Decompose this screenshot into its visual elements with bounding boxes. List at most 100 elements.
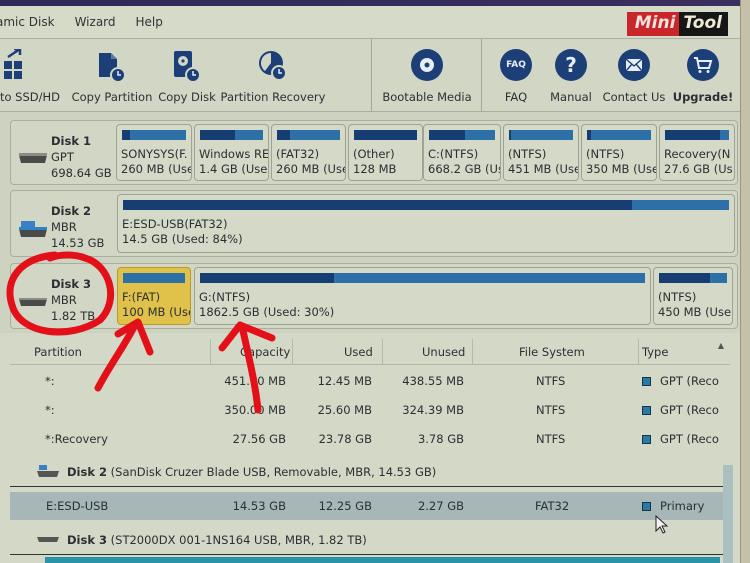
cell-used: 12.25 GB [318,499,372,513]
bootable-media-button[interactable]: Bootable Media [376,39,478,111]
cell-used: 25.60 MB [317,403,372,417]
partition-block[interactable]: Windows RE 1.4 GB (Use [194,124,269,181]
usage-bar-used [354,130,417,140]
contact-us-button[interactable]: Contact Us [602,39,666,111]
cell-file-system: NTFS [536,432,566,446]
partition-label: C:(NTFS) [428,147,479,161]
cell-capacity: 451.00 MB [224,374,286,388]
column-divider [382,339,383,365]
cell-capacity: 350.00 MB [224,403,286,417]
partition-block[interactable]: C:(NTFS) 668.2 GB (Us [423,124,501,181]
disk-info: Disk 2 MBR 14.53 GB [11,191,116,256]
partition-label: (NTFS) [658,290,697,304]
partition-block[interactable]: (NTFS) 350 MB (Use [581,124,657,181]
col-used[interactable]: Used [344,345,373,359]
cell-unused: 2.27 GB [417,499,464,513]
column-divider [292,339,293,365]
partition-block[interactable]: Recovery(N 27.6 GB (Us [659,124,735,181]
disk-2-row[interactable]: Disk 2 MBR 14.53 GB E:ESD-USB(FAT32) 14.5… [10,190,738,257]
usb-disk-icon [36,465,60,482]
toolbar-separator [481,39,482,111]
usage-bar [123,200,729,210]
faq-button[interactable]: FAQ FAQ [494,39,538,111]
table-row[interactable]: *:Recovery 27.56 GB 23.78 GB 3.78 GB NTFS GPT… [10,425,730,453]
usage-bar-used [587,130,592,140]
partition-label: (Other) [353,147,395,161]
cell-unused: 438.55 MB [402,374,464,388]
partition-label: (NTFS) [586,147,625,161]
col-file-system[interactable]: File System [519,345,585,359]
partition-type-color-icon [642,406,651,415]
upgrade-button[interactable]: Upgrade! [672,39,734,111]
col-capacity[interactable]: Capacity [240,345,290,359]
usage-bar [659,273,727,283]
partition-block[interactable]: G:(NTFS) 1862.5 GB (Used: 30%) [194,267,651,325]
usage-bar-used [200,273,334,283]
partition-size: 100 MB (Use [122,305,191,319]
partition-size: 27.6 GB (Us [664,162,733,176]
cell-partition: *: [45,403,55,417]
usage-bar [587,130,651,140]
cell-capacity: 27.56 GB [232,432,286,446]
column-divider [638,339,639,365]
partition-size: 451 MB (Use [508,162,579,176]
table-row[interactable]: *: 451.00 MB 12.45 MB 438.55 MB NTFS GPT (Rec… [10,367,730,395]
type-text: Primary [660,499,705,513]
copy-partition-icon [97,49,127,86]
partition-block[interactable]: SONYSYS(F. 260 MB (Use [116,124,192,181]
menu-dynamic-disk[interactable]: amic Disk [0,15,65,29]
usage-bar-used [123,200,633,210]
partition-block[interactable]: (Other) 128 MB [348,124,423,181]
type-text: GPT (Reco [660,432,719,446]
partition-label: Windows RE [199,147,269,161]
scroll-up-arrow-icon[interactable]: ▲ [718,341,724,350]
disk-2-group-header[interactable]: Disk 2 (SanDisk Cruzer Blade USB, Remova… [10,457,730,487]
partition-recovery-button[interactable]: Partition Recovery [220,39,326,111]
disk-1-row[interactable]: Disk 1 GPT 698.64 GB SONYSYS(F. 260 MB (U… [10,120,738,185]
cell-type: GPT (Reco [642,432,719,446]
partition-recovery-icon [257,49,289,86]
partition-size: 1.4 GB (Use [199,162,268,176]
help-question-icon: ? [555,49,587,81]
partition-block[interactable]: (NTFS) 451 MB (Use [503,124,579,181]
partition-size: 1862.5 GB (Used: 30%) [199,305,335,319]
cell-type: GPT (Reco [642,403,719,417]
disk-info: Disk 3 MBR 1.82 TB [11,264,116,328]
menu-help[interactable]: Help [126,15,173,29]
partition-block[interactable]: F:(FAT) 100 MB (Use [117,267,191,325]
table-row[interactable]: *: 350.00 MB 25.60 MB 324.39 MB NTFS GPT (Rec… [10,396,730,424]
usage-bar [665,130,729,140]
partition-block[interactable]: E:ESD-USB(FAT32) 14.5 GB (Used: 84%) [117,194,735,253]
cell-partition: E:ESD-USB [46,499,109,513]
copy-disk-button[interactable]: Copy Disk [156,39,218,111]
partition-size: 128 MB [353,162,397,176]
group-disk-details: (ST2000DX 001-1NS164 USB, MBR, 1.82 TB) [110,533,367,547]
group-disk-name: Disk 2 [67,465,107,479]
partition-label: (FAT32) [276,147,320,161]
col-partition[interactable]: Partition [34,345,82,359]
manual-button[interactable]: ? Manual [548,39,594,111]
partition-type-color-icon [642,502,651,511]
menu-wizard[interactable]: Wizard [65,15,126,29]
col-unused[interactable]: Unused [422,345,465,359]
cell-used: 23.78 GB [318,432,372,446]
disk-3-row[interactable]: Disk 3 MBR 1.82 TB F:(FAT) 100 MB (Use G:(… [10,263,738,329]
group-disk-details: (SanDisk Cruzer Blade USB, Removable, MB… [110,465,437,479]
col-type[interactable]: Type [642,345,668,359]
type-text: GPT (Reco [660,403,719,417]
partition-block[interactable]: (NTFS) 450 MB (Use [653,267,733,325]
usage-bar [200,273,645,283]
disk-3-group-header[interactable]: Disk 3 (ST2000DX 001-1NS164 USB, MBR, 1.… [10,525,730,555]
partition-block[interactable]: (FAT32) 260 MB (Use [271,124,346,181]
copy-disk-icon [172,49,202,86]
cell-partition: *:Recovery [45,432,108,446]
copy-partition-button[interactable]: Copy Partition [70,39,154,111]
usage-bar-used [659,273,710,283]
migrate-os-button[interactable]: to SSD/HD [0,39,64,111]
usage-bar [200,130,263,140]
table-row[interactable]: E:ESD-USB 14.53 GB 12.25 GB 2.27 GB FAT32 Pri… [10,492,730,520]
usage-bar [509,130,573,140]
mail-icon [618,49,650,81]
selected-row-partial[interactable] [45,557,720,563]
vertical-scrollbar[interactable] [723,465,733,563]
